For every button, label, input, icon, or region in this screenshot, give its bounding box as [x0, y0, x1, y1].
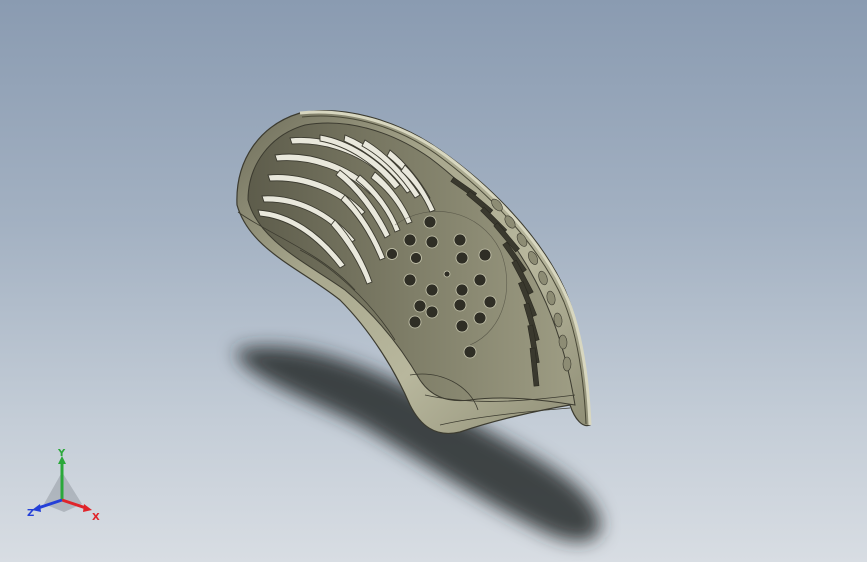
z-axis-label: Z: [27, 508, 34, 519]
y-axis-label: Y: [57, 448, 66, 459]
model-view[interactable]: [0, 0, 867, 562]
orientation-triad[interactable]: Y X Z: [24, 448, 104, 528]
graphics-viewport[interactable]: Y X Z: [0, 0, 867, 562]
x-axis-arrow: [83, 504, 92, 512]
x-axis-label: X: [92, 512, 100, 523]
